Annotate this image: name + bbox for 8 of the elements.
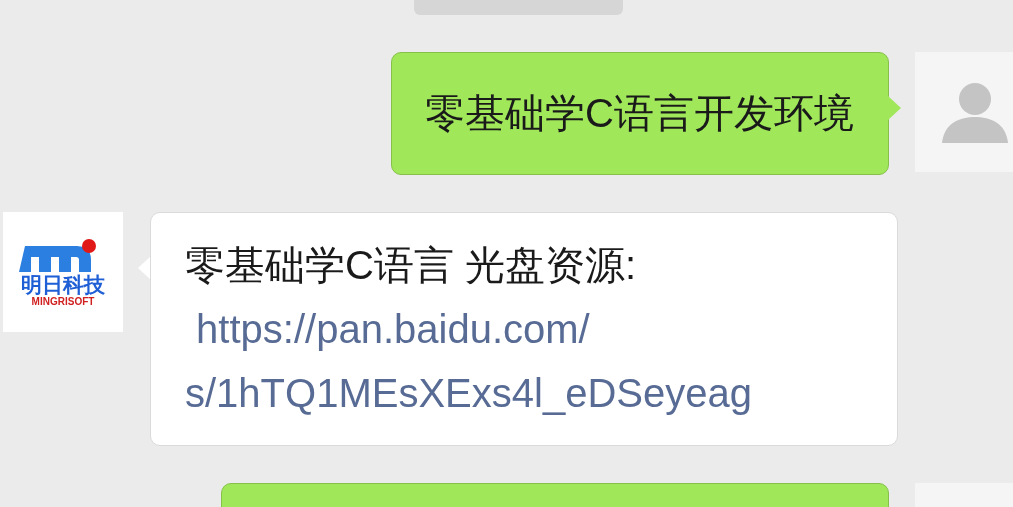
message-text: 零基础学C语言开发环境: [425, 90, 854, 137]
avatar[interactable]: [915, 52, 1013, 172]
logo-name: 明日科技: [21, 273, 105, 295]
message-text: 零基础学C语言 光盘资源:: [185, 242, 638, 289]
message-link[interactable]: https://pan.baidu.com/ s/1hTQ1MEsXExs4l_eDSeyeag: [185, 297, 752, 425]
person-icon: [942, 81, 1008, 143]
avatar[interactable]: 明日科技 MINGRISOFT: [3, 212, 123, 332]
logo-subtitle: MINGRISOFT: [31, 296, 95, 307]
